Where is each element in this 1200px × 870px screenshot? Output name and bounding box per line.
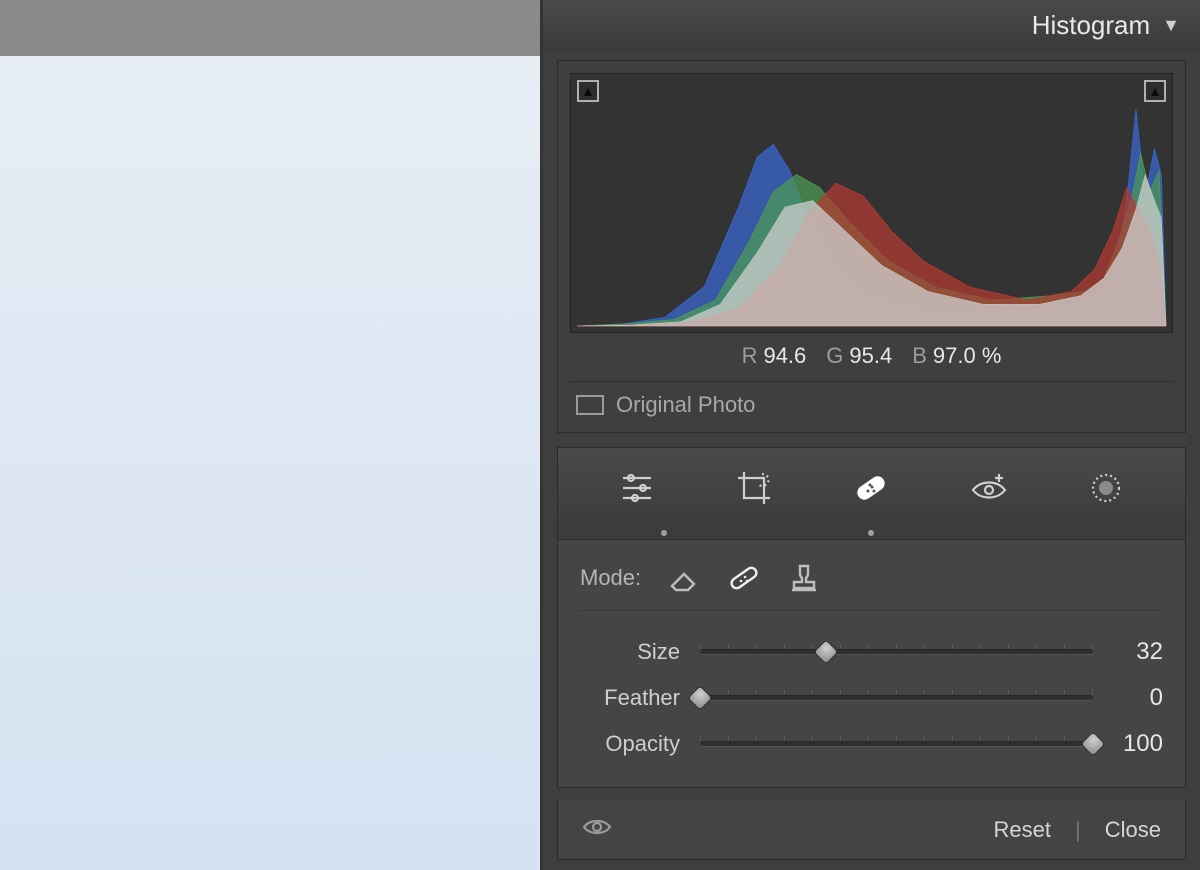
panel-footer: Reset | Close	[557, 800, 1186, 860]
canvas-topbar	[0, 0, 540, 56]
sliders-icon	[617, 468, 657, 508]
visibility-toggle[interactable]	[582, 812, 612, 848]
healing-panel: Mode: Size 32 Feather 0 Opacity100	[557, 539, 1186, 788]
slider-label-size: Size	[580, 639, 700, 665]
g-value: 95.4	[849, 343, 892, 368]
rgb-readout: R94.6 G95.4 B97.0 %	[558, 341, 1185, 369]
tool-strip-indicators	[557, 527, 1186, 539]
masking-tool-tab[interactable]	[1081, 463, 1131, 513]
image-preview[interactable]	[0, 56, 540, 870]
slider-row-size: Size 32	[580, 629, 1163, 675]
r-value: 94.6	[763, 343, 806, 368]
slider-value-size: 32	[1093, 638, 1163, 666]
mode-clone[interactable]	[783, 558, 825, 598]
redeye-tool-tab[interactable]	[964, 463, 1014, 513]
crop-tool-tab[interactable]	[729, 463, 779, 513]
healing-tool-tab[interactable]	[846, 463, 896, 513]
close-button[interactable]: Close	[1105, 817, 1161, 843]
chevron-down-icon: ▼	[1162, 15, 1180, 36]
separator: |	[1075, 817, 1081, 843]
histogram-panel: ▲ ▲ R94.6 G95.4 B97.0 % Original Photo	[557, 60, 1186, 433]
crop-icon	[734, 468, 774, 508]
divider	[570, 381, 1173, 382]
slider-row-feather: Feather 0	[580, 675, 1163, 721]
bandage-icon	[851, 468, 891, 508]
histogram-title: Histogram	[1032, 10, 1150, 41]
slider-row-opacity: Opacity100	[580, 721, 1163, 767]
histogram-header[interactable]: Histogram ▼	[543, 0, 1200, 50]
mode-content-aware[interactable]	[663, 558, 705, 598]
original-photo-row: Original Photo	[558, 392, 1185, 418]
eraser-icon	[666, 560, 702, 596]
original-photo-label: Original Photo	[616, 392, 755, 418]
slider-feather[interactable]	[700, 688, 1093, 708]
reset-button[interactable]: Reset	[994, 817, 1051, 843]
photo-frame-icon	[576, 395, 604, 415]
histogram-svg	[571, 74, 1172, 332]
bandage-icon	[726, 560, 762, 596]
slider-label-opacity: Opacity	[580, 731, 700, 757]
tool-strip	[557, 447, 1186, 527]
right-panel: Histogram ▼ ▲ ▲ R94.6 G95.4 B97.0 % Orig…	[540, 0, 1200, 870]
sliders-group: Size 32 Feather 0 Opacity100	[580, 629, 1163, 767]
slider-size[interactable]	[700, 642, 1093, 662]
eye-icon	[582, 812, 612, 842]
edit-tool-tab[interactable]	[612, 463, 662, 513]
histogram-chart[interactable]: ▲ ▲	[570, 73, 1173, 333]
slider-opacity[interactable]	[700, 734, 1093, 754]
mode-row: Mode:	[580, 558, 1163, 611]
canvas-area	[0, 0, 540, 870]
mode-heal[interactable]	[723, 558, 765, 598]
slider-value-feather: 0	[1093, 684, 1163, 712]
eye-plus-icon	[969, 468, 1009, 508]
b-value: 97.0 %	[933, 343, 1002, 368]
b-label: B	[912, 343, 927, 368]
g-label: G	[826, 343, 843, 368]
mode-label: Mode:	[580, 565, 641, 591]
stamp-icon	[786, 560, 822, 596]
slider-label-feather: Feather	[580, 685, 700, 711]
r-label: R	[742, 343, 758, 368]
mask-circle-icon	[1086, 468, 1126, 508]
